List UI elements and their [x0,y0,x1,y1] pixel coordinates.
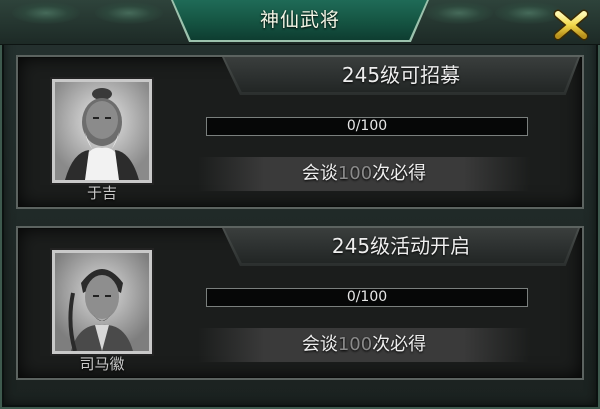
talk-prefix: 会谈 [301,334,338,355]
talk-count: 100 [337,334,373,355]
left-ornament-icon [12,2,80,24]
right-ornament-icon [425,2,493,24]
progress-text: 0/100 [346,118,388,134]
talk-requirement: 会谈100次必得 [198,328,530,362]
old-sage-portrait-icon [55,82,149,180]
talk-suffix: 次必得 [372,334,427,355]
talk-suffix: 次必得 [372,163,427,184]
window-title: 神仙武将 [259,9,340,31]
unlock-level-label: 245级活动开启 [331,234,471,258]
close-button[interactable] [549,6,593,42]
talk-prefix: 会谈 [301,163,338,184]
general-name: 于吉 [86,184,117,202]
talk-count: 100 [337,163,373,184]
left-ornament-icon-2 [95,2,163,24]
progress-text: 0/100 [346,289,388,305]
scholar-portrait-icon [55,253,149,351]
talk-requirement: 会谈100次必得 [198,157,530,191]
general-card: 245级可招募 于吉 0/100 会谈100次必得 [16,55,584,209]
close-x-icon [553,9,589,41]
general-card: 245级活动开启 司马徽 0/100 会谈100次必得 [16,226,584,380]
recruit-progress-bar: 0/100 [206,288,528,307]
general-portrait[interactable] [52,79,152,183]
general-name: 司马徽 [79,355,125,373]
unlock-level-label: 245级可招募 [341,63,461,87]
general-portrait[interactable] [52,250,152,354]
recruit-progress-bar: 0/100 [206,117,528,136]
